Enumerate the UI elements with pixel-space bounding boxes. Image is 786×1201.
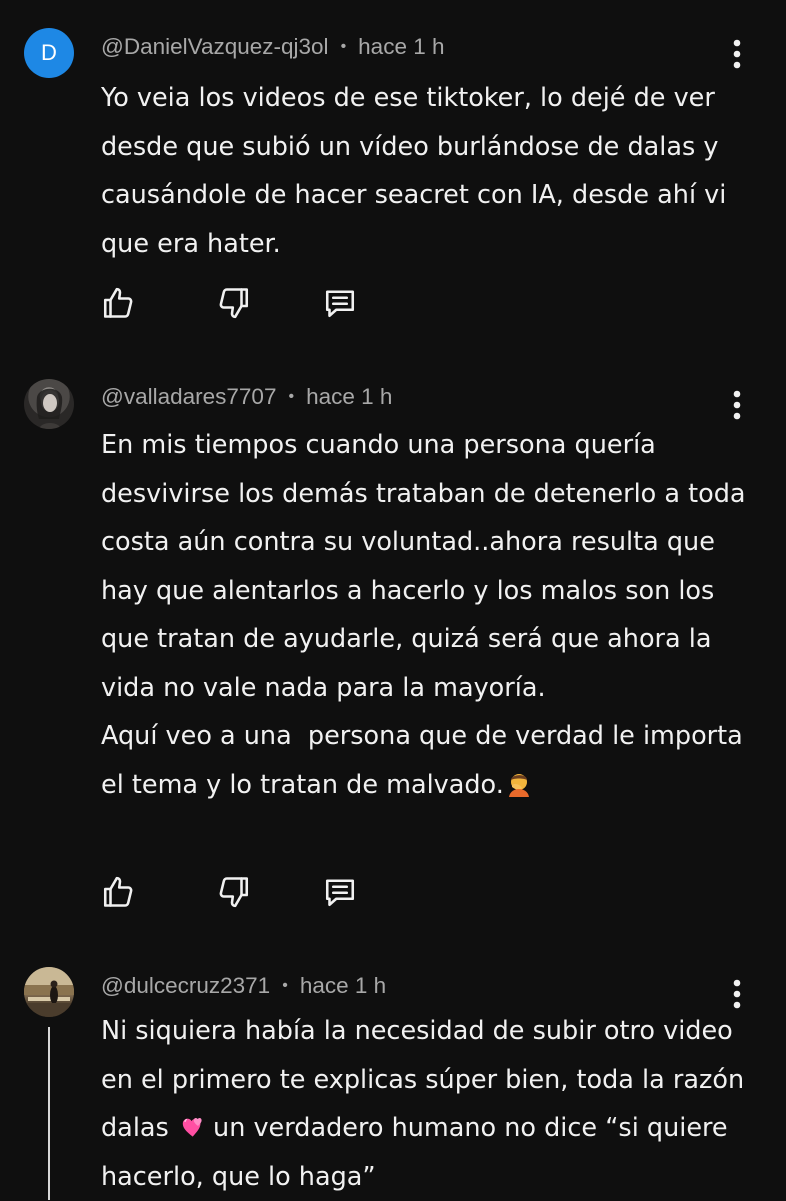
- timestamp[interactable]: hace 1 h: [306, 384, 392, 410]
- comment-meta: @DanielVazquez-qj3ol • hace 1 h: [101, 32, 445, 62]
- reply-icon: [325, 290, 355, 318]
- reply-button[interactable]: [320, 283, 360, 323]
- comment-2: @valladares7707 • hace 1 h En mis tiempo…: [0, 345, 786, 945]
- avatar[interactable]: D: [24, 28, 74, 78]
- like-button[interactable]: [98, 872, 138, 912]
- comment-text: Ni siquiera había la necesidad de subir …: [101, 1007, 751, 1201]
- like-button[interactable]: [98, 283, 138, 323]
- separator-dot: •: [282, 977, 288, 994]
- thread-line: [48, 1027, 50, 1200]
- avatar-photo: [36, 388, 63, 429]
- comment-text: En mis tiempos cuando una persona quería…: [101, 421, 751, 809]
- comment-1: D @DanielVazquez-qj3ol • hace 1 h Yo vei…: [0, 0, 786, 345]
- timestamp[interactable]: hace 1 h: [300, 973, 386, 999]
- like-icon: [103, 287, 133, 318]
- comment-3: @dulcecruz2371 • hace 1 h Ni siquiera ha…: [0, 945, 786, 1200]
- dislike-button[interactable]: [214, 872, 254, 912]
- timestamp[interactable]: hace 1 h: [358, 34, 444, 60]
- username[interactable]: @dulcecruz2371: [101, 973, 270, 999]
- person-facepalming-emoji: [508, 773, 529, 797]
- avatar-letter: D: [41, 40, 57, 65]
- dislike-icon: [219, 877, 249, 908]
- reply-button[interactable]: [320, 872, 360, 912]
- like-icon: [103, 876, 133, 907]
- comment-text-body: En mis tiempos cuando una persona quería…: [101, 430, 746, 800]
- more-vert-icon[interactable]: [722, 388, 752, 422]
- avatar-photo: [24, 967, 74, 1017]
- separator-dot: •: [340, 38, 347, 55]
- comment-text: Yo veia los videos de ese tiktoker, lo d…: [101, 83, 735, 259]
- avatar[interactable]: [24, 967, 74, 1017]
- avatar[interactable]: [24, 379, 74, 429]
- reply-icon: [325, 879, 355, 907]
- username[interactable]: @valladares7707: [101, 384, 276, 410]
- more-vert-icon[interactable]: [722, 37, 752, 71]
- separator-dot: •: [288, 388, 295, 405]
- more-vert-icon[interactable]: [722, 977, 752, 1011]
- dislike-button[interactable]: [214, 283, 254, 323]
- comment-meta: @valladares7707 • hace 1 h: [101, 382, 392, 412]
- dislike-icon: [219, 288, 249, 319]
- comment-meta: @dulcecruz2371 • hace 1 h: [101, 971, 386, 1001]
- username[interactable]: @DanielVazquez-qj3ol: [101, 34, 329, 60]
- two-hearts-emoji: [182, 1118, 202, 1137]
